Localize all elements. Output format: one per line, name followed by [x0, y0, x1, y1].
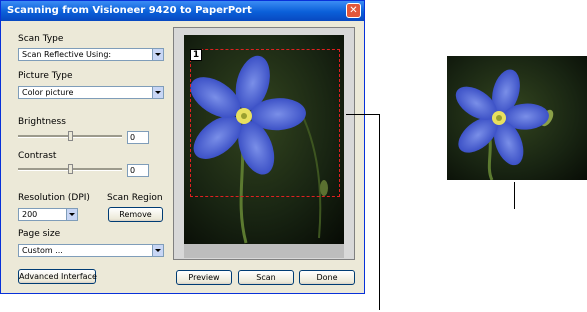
- slider-thumb[interactable]: [68, 164, 73, 174]
- resolution-value: 200: [22, 210, 38, 219]
- page-size-label: Page size: [18, 229, 61, 239]
- scan-type-value: Scan Reflective Using:: [22, 50, 112, 59]
- chevron-down-icon[interactable]: [66, 209, 77, 220]
- advanced-interface-button[interactable]: Advanced Interface: [18, 269, 97, 284]
- callout-line-vertical: [379, 114, 380, 310]
- contrast-label: Contrast: [18, 151, 57, 161]
- chevron-down-icon[interactable]: [152, 49, 163, 60]
- scanned-result-image: [447, 56, 587, 180]
- window-title: Scanning from Visioneer 9420 to PaperPor…: [7, 5, 252, 16]
- done-button[interactable]: Done: [299, 270, 355, 285]
- preview-pane[interactable]: 1: [173, 27, 355, 260]
- chevron-down-icon[interactable]: [152, 245, 163, 256]
- scan-type-select[interactable]: Scan Reflective Using:: [18, 48, 164, 61]
- slider-thumb[interactable]: [68, 131, 73, 141]
- result-callout-line: [514, 182, 515, 209]
- preview-button[interactable]: Preview: [176, 270, 232, 285]
- resolution-select[interactable]: 200: [18, 208, 78, 221]
- picture-type-value: Color picture: [22, 88, 74, 97]
- scan-type-label: Scan Type: [18, 34, 64, 44]
- brightness-label: Brightness: [18, 117, 66, 127]
- scan-button[interactable]: Scan: [238, 270, 294, 285]
- page-size-value: Custom ...: [22, 246, 63, 255]
- remove-region-button[interactable]: Remove: [108, 207, 163, 222]
- scan-region-box[interactable]: [190, 49, 340, 197]
- picture-type-label: Picture Type: [18, 71, 73, 81]
- page-size-select[interactable]: Custom ...: [18, 244, 164, 257]
- scan-region-label: Scan Region: [107, 193, 163, 203]
- scan-dialog-window: Scanning from Visioneer 9420 to PaperPor…: [0, 0, 365, 294]
- close-icon[interactable]: ✕: [346, 3, 361, 18]
- contrast-value-field[interactable]: 0: [127, 164, 149, 177]
- callout-line-horizontal: [346, 114, 380, 115]
- picture-type-select[interactable]: Color picture: [18, 86, 164, 99]
- brightness-slider[interactable]: [18, 131, 122, 141]
- title-bar[interactable]: Scanning from Visioneer 9420 to PaperPor…: [1, 1, 364, 21]
- brightness-value-field[interactable]: 0: [127, 131, 149, 144]
- contrast-slider[interactable]: [18, 164, 122, 174]
- chevron-down-icon[interactable]: [152, 87, 163, 98]
- preview-bottom-strip: [184, 244, 344, 258]
- resolution-label: Resolution (DPI): [18, 193, 90, 203]
- scan-region-number: 1: [190, 49, 202, 61]
